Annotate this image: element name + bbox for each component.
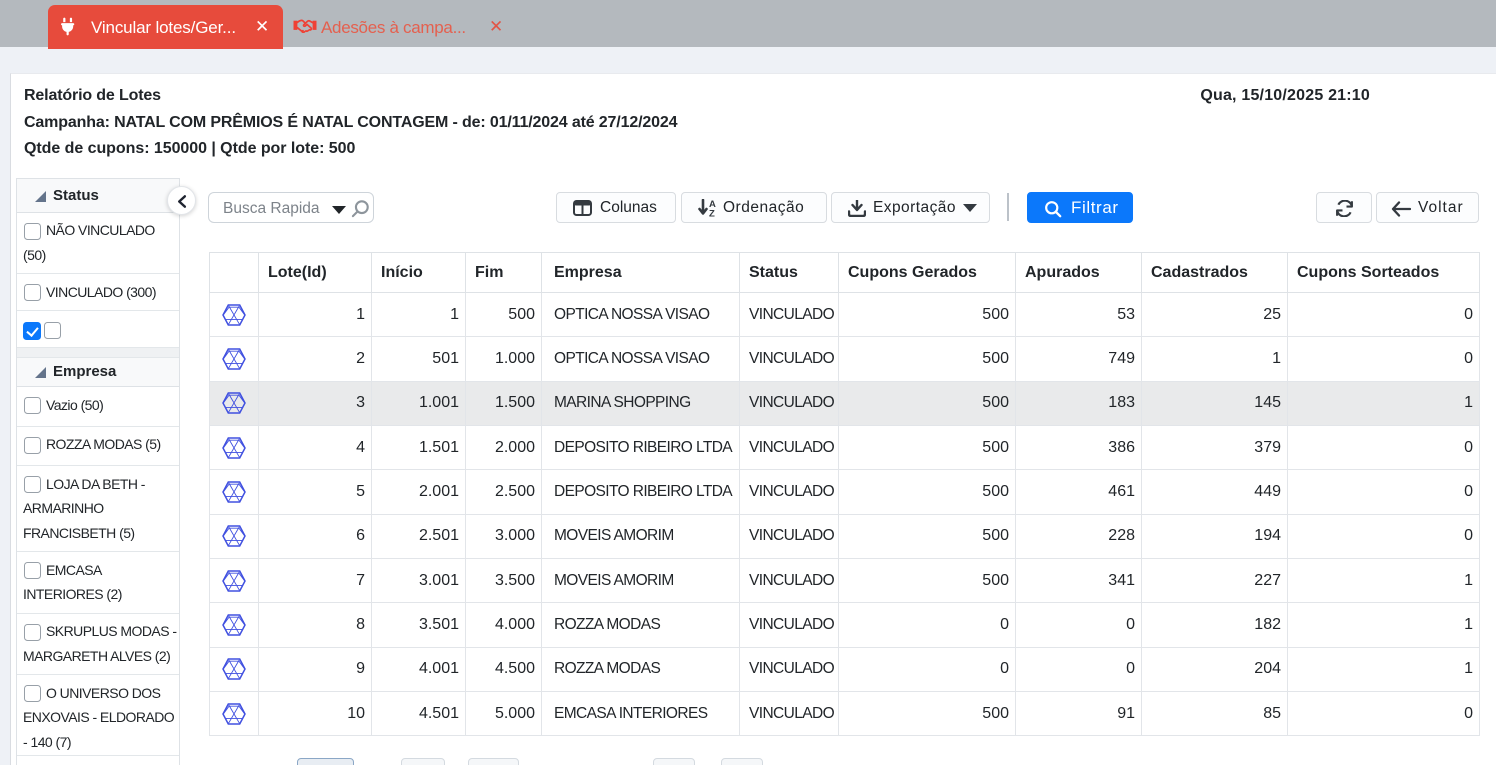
svg-text:Z: Z: [709, 209, 715, 218]
